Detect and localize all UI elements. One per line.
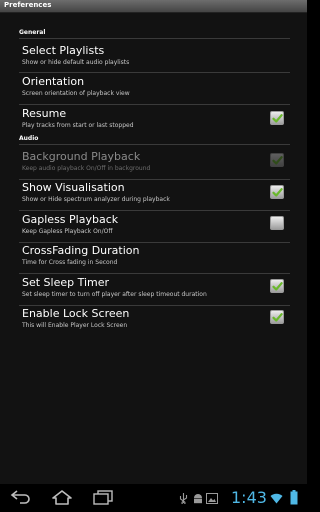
system-navigation-bar: 1:43: [0, 484, 307, 512]
pref-summary: This will Enable Player Lock Screen: [22, 322, 128, 329]
pref-show-visualisation[interactable]: Show Visualisation Show or Hide spectrum…: [19, 181, 290, 209]
item-divider: [19, 179, 290, 180]
background-playback-checkbox: [270, 153, 284, 167]
pref-title: Select Playlists: [22, 44, 105, 57]
item-divider: [19, 305, 290, 306]
wifi-icon: [270, 493, 283, 504]
window-title: Preferences: [4, 1, 52, 9]
sleep-timer-checkbox[interactable]: [270, 279, 284, 293]
check-icon: [272, 313, 283, 322]
pref-background-playback: Background Playback Keep audio playback …: [19, 150, 290, 178]
recent-apps-icon[interactable]: [92, 490, 114, 505]
pref-summary: Show or hide default audio playlists: [22, 59, 130, 66]
pref-enable-lock-screen[interactable]: Enable Lock Screen This will Enable Play…: [19, 307, 290, 335]
back-icon[interactable]: [10, 490, 32, 504]
gapless-playback-checkbox[interactable]: [270, 216, 284, 230]
item-divider: [19, 273, 290, 274]
battery-icon: [290, 490, 298, 505]
check-icon: [272, 282, 283, 291]
item-divider: [19, 242, 290, 243]
section-header-general: General: [19, 29, 46, 36]
pref-title: Resume: [22, 107, 67, 120]
resume-checkbox[interactable]: [270, 111, 284, 125]
lock-screen-checkbox[interactable]: [270, 310, 284, 324]
title-bar: Preferences: [0, 0, 307, 13]
pref-summary: Show or Hide spectrum analyzer during pl…: [22, 196, 170, 203]
pref-title: Set Sleep Timer: [22, 276, 110, 289]
gallery-icon: [206, 493, 218, 504]
check-icon: [272, 188, 283, 197]
pref-title: Gapless Playback: [22, 213, 119, 226]
pref-summary: Time for Cross fading in Second: [22, 259, 118, 266]
item-divider: [19, 104, 290, 105]
clock: 1:43: [231, 488, 267, 507]
home-icon[interactable]: [51, 490, 73, 505]
check-icon: [272, 114, 283, 123]
pref-crossfading-duration[interactable]: CrossFading Duration Time for Cross fadi…: [19, 244, 290, 272]
pref-gapless-playback[interactable]: Gapless Playback Keep Gapless Playback O…: [19, 213, 290, 241]
android-debug-icon: [194, 494, 202, 504]
section-divider: [19, 144, 290, 145]
usb-icon: [179, 493, 188, 504]
pref-title: Orientation: [22, 75, 85, 88]
check-icon: [272, 156, 283, 165]
pref-summary: Keep audio playback On/Off in background: [22, 165, 151, 172]
section-divider: [19, 38, 290, 39]
item-divider: [19, 72, 290, 73]
pref-title: Show Visualisation: [22, 181, 125, 194]
preferences-list: General Select Playlists Show or hide de…: [0, 13, 307, 484]
pref-summary: Screen orientation of playback view: [22, 90, 130, 97]
section-header-audio: Audio: [19, 135, 39, 142]
pref-title: Enable Lock Screen: [22, 307, 130, 320]
pref-resume[interactable]: Resume Play tracks from start or last st…: [19, 107, 290, 135]
pref-title: CrossFading Duration: [22, 244, 140, 257]
pref-title: Background Playback: [22, 150, 141, 163]
pref-summary: Set sleep timer to turn off player after…: [22, 291, 207, 298]
pref-summary: Play tracks from start or last stopped: [22, 122, 134, 129]
show-visualisation-checkbox[interactable]: [270, 185, 284, 199]
pref-select-playlists[interactable]: Select Playlists Show or hide default au…: [19, 44, 290, 72]
pref-orientation[interactable]: Orientation Screen orientation of playba…: [19, 75, 290, 103]
item-divider: [19, 210, 290, 211]
pref-set-sleep-timer[interactable]: Set Sleep Timer Set sleep timer to turn …: [19, 276, 290, 304]
pref-summary: Keep Gapless Playback On/Off: [22, 228, 113, 235]
